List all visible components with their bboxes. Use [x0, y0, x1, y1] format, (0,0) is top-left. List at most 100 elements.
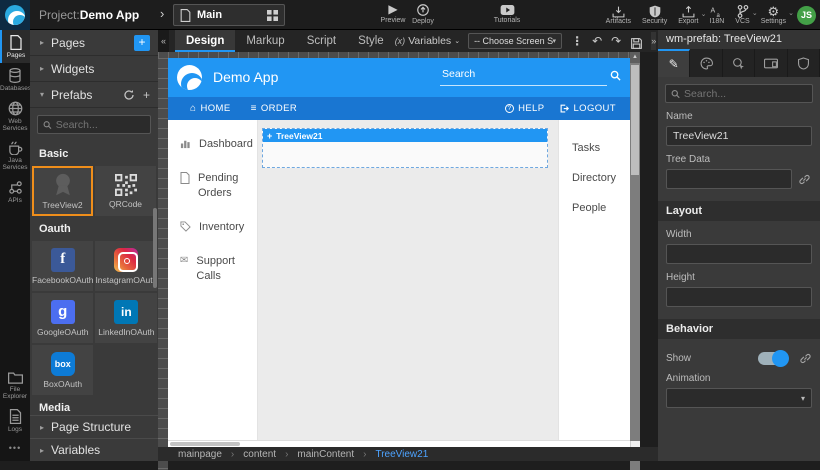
tab-device[interactable]: [755, 49, 787, 77]
chevron-right-icon: ›: [285, 449, 288, 460]
artifacts-button[interactable]: Artifacts: [606, 6, 631, 25]
canvas-search-input[interactable]: Search: [440, 66, 607, 86]
search-icon[interactable]: [610, 70, 621, 81]
variables-button[interactable]: (x) Variables ⌄: [395, 35, 460, 47]
tab-markup[interactable]: Markup: [235, 30, 295, 52]
user-avatar[interactable]: JS: [797, 6, 816, 25]
rail-item-file-explorer[interactable]: File Explorer: [0, 366, 30, 404]
deploy-button[interactable]: Deploy: [403, 3, 443, 25]
canvas-left-nav: Dashboard Pending Orders Inventory ✉ Sup…: [168, 120, 258, 440]
menu-logout[interactable]: LOGOUT: [560, 103, 616, 114]
tab-properties[interactable]: ✎: [658, 49, 690, 77]
collapse-right-panel-button[interactable]: »: [651, 32, 656, 50]
widget-selection-bar[interactable]: + TreeView21: [263, 129, 547, 142]
nav-item-people[interactable]: People: [572, 202, 630, 214]
tab-events[interactable]: [723, 49, 755, 77]
prefab-tile-qrcode[interactable]: QRCode: [95, 166, 156, 216]
widget-breadcrumb: mainpage › content › mainContent › TreeV…: [158, 447, 658, 461]
tree-data-input[interactable]: [666, 169, 792, 189]
svg-text:A: A: [711, 7, 716, 14]
i18n-button[interactable]: Aa I18N: [710, 6, 725, 25]
group-basic-label: Basic: [30, 141, 158, 166]
import-prefab-button[interactable]: +: [143, 88, 150, 102]
properties-search-input[interactable]: [684, 88, 807, 100]
cursor-click-icon: [732, 57, 745, 70]
nav-item-support-calls[interactable]: ✉ Support Calls: [168, 254, 257, 284]
prefab-search-input[interactable]: [56, 119, 145, 131]
show-toggle[interactable]: [758, 352, 787, 365]
prefab-tile-boxoauth[interactable]: box BoxOAuth: [32, 345, 93, 395]
rail-item-java-services[interactable]: Java Services: [0, 136, 30, 175]
layout-section-header[interactable]: Layout: [658, 201, 820, 221]
page-structure-accordion[interactable]: ▸ Page Structure: [30, 415, 158, 438]
security-button[interactable]: Security: [642, 5, 667, 25]
grid-icon[interactable]: [267, 10, 278, 21]
menu-help[interactable]: ?HELP: [505, 103, 544, 114]
vcs-button[interactable]: VCS ⌄: [735, 5, 749, 25]
breadcrumb-treeview21[interactable]: TreeView21: [375, 449, 428, 460]
menu-order[interactable]: ≡ORDER: [251, 103, 298, 114]
height-input[interactable]: [666, 287, 812, 307]
canvas-vertical-scrollbar[interactable]: ▲: [630, 52, 640, 470]
nav-item-tasks[interactable]: Tasks: [572, 142, 630, 154]
kebab-menu-icon[interactable]: ⋮: [571, 30, 583, 52]
prefabs-accordion[interactable]: ▾ Prefabs +: [30, 82, 158, 108]
menu-home[interactable]: ⌂HOME: [190, 103, 231, 114]
prefab-tile-googleoauth[interactable]: g GoogleOAuth: [32, 293, 93, 343]
prefab-tile-instagramoauth[interactable]: InstagramOAuth: [95, 241, 157, 291]
tab-security[interactable]: [788, 49, 820, 77]
left-panel-scrollbar[interactable]: [153, 208, 157, 288]
rail-more-button[interactable]: •••: [0, 437, 30, 461]
prefab-tile-linkedinoauth[interactable]: in LinkedInOAuth: [95, 293, 157, 343]
properties-search[interactable]: [665, 84, 813, 103]
nav-item-pending-orders[interactable]: Pending Orders: [168, 171, 257, 201]
prefab-tile-treeview2[interactable]: TreeView2: [32, 166, 93, 216]
breadcrumb-mainpage[interactable]: mainpage: [178, 449, 222, 460]
rail-item-pages[interactable]: Pages: [0, 30, 30, 63]
tab-style[interactable]: Style: [347, 30, 395, 52]
tutorials-button[interactable]: Tutorials: [487, 3, 527, 24]
settings-button[interactable]: ⚙ Settings ⌄: [761, 5, 786, 25]
nav-item-inventory[interactable]: Inventory: [168, 220, 257, 235]
animation-select[interactable]: ▾: [666, 388, 812, 408]
scrollbar-thumb[interactable]: [631, 65, 639, 175]
caret-right-icon: ▸: [40, 38, 44, 47]
canvas-horizontal-scrollbar[interactable]: [168, 440, 630, 447]
rail-item-logs[interactable]: Logs: [0, 404, 30, 437]
undo-icon[interactable]: ↶: [592, 30, 602, 52]
selected-widget-treeview21[interactable]: + TreeView21: [262, 128, 548, 168]
screen-size-select[interactable]: -- Choose Screen Size -- ▾: [468, 33, 562, 49]
tab-script[interactable]: Script: [296, 30, 347, 52]
rail-item-web-services[interactable]: Web Services: [0, 96, 30, 136]
tab-styles[interactable]: [690, 49, 722, 77]
prefab-search[interactable]: [37, 115, 151, 134]
export-button[interactable]: Export ⌄: [678, 6, 698, 25]
save-icon[interactable]: [630, 33, 643, 50]
pages-accordion[interactable]: ▸ Pages +: [30, 30, 158, 56]
wavemaker-logo[interactable]: [0, 0, 30, 30]
nav-item-dashboard[interactable]: Dashboard: [168, 137, 257, 152]
bind-link-icon[interactable]: [798, 173, 811, 186]
bind-link-icon[interactable]: [799, 352, 812, 365]
name-input[interactable]: [666, 126, 812, 146]
breadcrumb-maincontent[interactable]: mainContent: [297, 449, 354, 460]
collapse-left-panel-button[interactable]: «: [158, 30, 169, 52]
width-input[interactable]: [666, 244, 812, 264]
refresh-icon[interactable]: [123, 89, 135, 101]
canvas-main-content[interactable]: + TreeView21: [258, 120, 558, 440]
add-page-button[interactable]: +: [134, 35, 150, 51]
scroll-up-button[interactable]: ▲: [630, 52, 640, 63]
scrollbar-thumb[interactable]: [170, 442, 240, 446]
prefab-tile-facebookoauth[interactable]: f FacebookOAuth: [32, 241, 93, 291]
page-selector[interactable]: Main: [173, 4, 285, 26]
variables-accordion[interactable]: ▸ Variables: [30, 438, 158, 461]
widgets-accordion[interactable]: ▸ Widgets: [30, 56, 158, 82]
behavior-section-header[interactable]: Behavior: [658, 319, 820, 339]
rail-item-apis[interactable]: APIs: [0, 175, 30, 208]
redo-icon[interactable]: ↷: [611, 30, 621, 52]
tab-design[interactable]: Design: [175, 30, 235, 52]
rail-item-databases[interactable]: Databases: [0, 63, 30, 96]
nav-item-directory[interactable]: Directory: [572, 172, 630, 184]
width-label: Width: [666, 229, 812, 240]
breadcrumb-content[interactable]: content: [243, 449, 276, 460]
